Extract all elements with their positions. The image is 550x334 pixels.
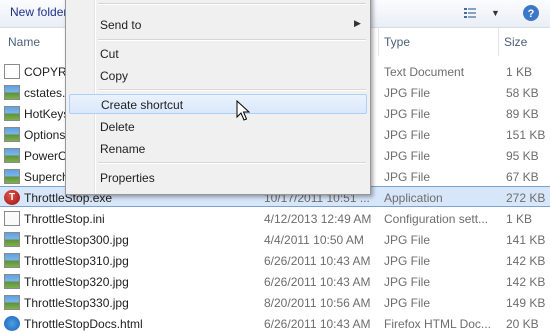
file-type: JPG File (384, 275, 431, 289)
menu-item-label: Cut (100, 47, 119, 61)
menu-item-label: Copy (100, 69, 129, 83)
file-row[interactable]: ThrottleStop300.jpg 4/4/2011 10:50 AM JP… (0, 229, 550, 250)
file-size: 67 KB (506, 170, 539, 184)
jpg-file-icon (4, 127, 20, 142)
menu-item-label: Rename (100, 142, 146, 156)
file-date: 6/26/2011 10:43 AM (264, 317, 371, 331)
file-date: 4/12/2013 12:49 AM (264, 212, 372, 226)
jpg-file-icon (4, 169, 20, 184)
menu-item-label: Delete (100, 120, 135, 134)
jpg-file-icon (4, 85, 20, 100)
file-size: 1 KB (506, 212, 533, 226)
file-name: ThrottleStop300.jpg (24, 233, 129, 247)
menu-item-label: Send to (100, 18, 142, 32)
file-size: 20 KB (506, 317, 539, 331)
file-date: 6/26/2011 10:43 AM (264, 275, 371, 289)
new-folder-button[interactable]: New folder (10, 5, 67, 19)
svg-text:?: ? (528, 8, 535, 20)
html-file-icon (4, 316, 20, 331)
file-type: Application (384, 191, 443, 205)
help-icon[interactable]: ? (522, 4, 540, 22)
file-type: JPG File (384, 254, 431, 268)
context-menu: Send to ▶ Cut Copy Create shortcut Delet… (65, 0, 371, 195)
file-name: ThrottleStop.ini (24, 212, 105, 226)
file-size: 89 KB (506, 107, 539, 121)
file-size: 142 KB (506, 275, 546, 289)
file-row[interactable]: ThrottleStopDocs.html 6/26/2011 10:43 AM… (0, 313, 550, 334)
file-type: JPG File (384, 149, 431, 163)
jpg-file-icon (4, 106, 20, 121)
file-name: ThrottleStop330.jpg (24, 296, 129, 310)
file-name: ThrottleStop320.jpg (24, 275, 129, 289)
file-size: 141 KB (506, 233, 546, 247)
file-date: 4/4/2011 10:50 AM (264, 233, 364, 247)
jpg-file-icon (4, 232, 20, 247)
column-header-size[interactable]: Size (504, 35, 527, 49)
jpg-file-icon (4, 274, 20, 289)
menu-item-label: Properties (100, 171, 155, 185)
application-icon: T (4, 190, 20, 205)
file-size: 95 KB (506, 149, 539, 163)
column-header-name[interactable]: Name (8, 35, 40, 49)
file-type: JPG File (384, 296, 431, 310)
file-type: JPG File (384, 107, 431, 121)
file-type: JPG File (384, 128, 431, 142)
file-size: 142 KB (506, 254, 546, 268)
menu-separator (98, 89, 366, 91)
submenu-arrow-icon: ▶ (354, 18, 361, 28)
mouse-cursor-icon (236, 100, 250, 121)
file-row[interactable]: ThrottleStop.ini 4/12/2013 12:49 AM Conf… (0, 208, 550, 229)
file-row[interactable]: ThrottleStop310.jpg 6/26/2011 10:43 AM J… (0, 250, 550, 271)
file-date: 8/20/2011 10:56 AM (264, 296, 371, 310)
column-header-type[interactable]: Type (384, 35, 410, 49)
jpg-file-icon (4, 253, 20, 268)
file-type: JPG File (384, 170, 431, 184)
file-name: ThrottleStopDocs.html (24, 317, 143, 331)
file-size: 149 KB (506, 296, 546, 310)
file-type: Configuration sett... (384, 212, 489, 226)
file-name: ThrottleStop310.jpg (24, 254, 129, 268)
file-size: 272 KB (506, 191, 546, 205)
file-size: 151 KB (506, 128, 546, 142)
file-type: JPG File (384, 233, 431, 247)
column-divider[interactable] (498, 28, 499, 56)
file-row[interactable]: ThrottleStop320.jpg 6/26/2011 10:43 AM J… (0, 271, 550, 292)
file-size: 1 KB (506, 65, 533, 79)
menu-item-send-to[interactable]: Send to ▶ (69, 15, 367, 35)
chevron-down-icon[interactable]: ▼ (491, 8, 500, 18)
menu-item-cut[interactable]: Cut (69, 44, 367, 64)
menu-separator (98, 39, 366, 41)
file-date: 6/26/2011 10:43 AM (264, 254, 371, 268)
menu-item-delete[interactable]: Delete (69, 117, 367, 137)
text-document-icon (4, 64, 20, 79)
menu-item-create-shortcut[interactable]: Create shortcut (69, 94, 367, 114)
menu-item-properties[interactable]: Properties (69, 168, 367, 188)
jpg-file-icon (4, 295, 20, 310)
file-row[interactable]: ThrottleStop330.jpg 8/20/2011 10:56 AM J… (0, 292, 550, 313)
view-options-icon[interactable] (464, 8, 476, 18)
jpg-file-icon (4, 148, 20, 163)
menu-item-rename[interactable]: Rename (69, 139, 367, 159)
file-type: JPG File (384, 86, 431, 100)
file-type: Firefox HTML Doc... (384, 317, 491, 331)
file-size: 58 KB (506, 86, 539, 100)
ini-file-icon (4, 211, 20, 226)
file-type: Text Document (384, 65, 465, 79)
menu-item-label: Create shortcut (101, 98, 184, 112)
menu-item-copy[interactable]: Copy (69, 66, 367, 86)
column-divider[interactable] (378, 28, 379, 56)
menu-separator (98, 3, 366, 5)
menu-separator (98, 162, 366, 164)
